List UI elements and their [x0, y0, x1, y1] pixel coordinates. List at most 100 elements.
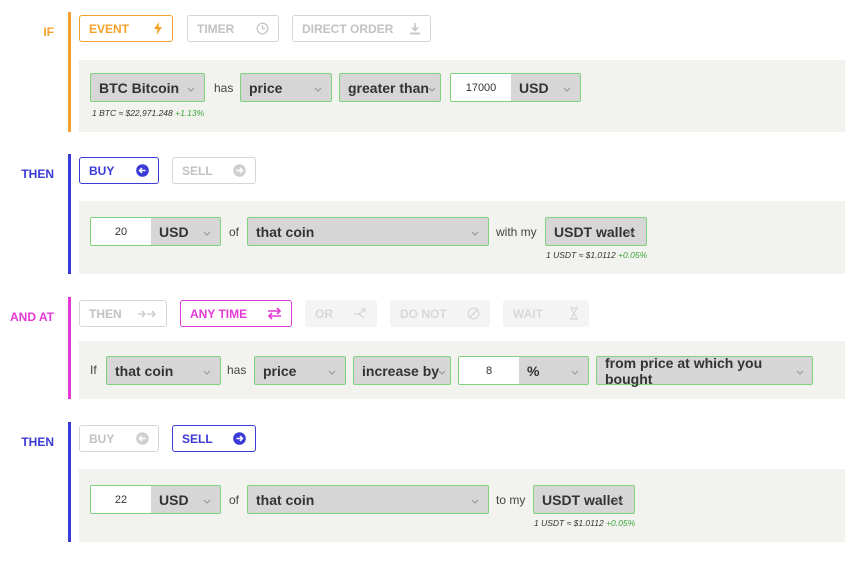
usdt-rate-2: 1 USDT ≈ $1.0112 [534, 518, 604, 528]
metric-select[interactable]: price [240, 73, 332, 102]
chevron-down-icon [614, 493, 624, 509]
percent-input[interactable]: 8 [459, 357, 519, 384]
tab-or-label: OR [315, 306, 333, 321]
usdt-rate-note-2: 1 USDT ≈ $1.0112 +0.05% [534, 518, 635, 528]
unit-select-value: % [527, 362, 540, 379]
target-select-and-at[interactable]: that coin [106, 356, 221, 385]
tab-sell-2[interactable]: SELL [172, 425, 256, 452]
chevron-down-icon [186, 81, 196, 97]
if-text: If [90, 363, 97, 377]
arrow-right-circle-icon [233, 432, 246, 445]
double-arrow-right-icon [137, 309, 157, 319]
coin-select-value: BTC Bitcoin [99, 79, 180, 96]
tab-timer-label: TIMER [197, 21, 235, 36]
amount-input-group-2: 22 USD [90, 485, 221, 514]
comparison-select-value: greater than [348, 79, 429, 96]
target-select-2-value: that coin [256, 491, 315, 508]
hourglass-icon [569, 307, 579, 320]
swap-arrows-icon [267, 307, 282, 320]
tab-then-chain-label: THEN [89, 306, 122, 321]
arrow-left-circle-icon [136, 432, 149, 445]
coin-select[interactable]: BTC Bitcoin [90, 73, 205, 102]
of-text-2: of [229, 493, 240, 507]
comparison-select[interactable]: greater than [339, 73, 441, 102]
usdt-rate-note-1: 1 USDT ≈ $1.0112 +0.05% [546, 250, 647, 260]
tab-sell-1[interactable]: SELL [172, 157, 256, 184]
tab-or[interactable]: OR [305, 300, 377, 327]
usdt-change-2: +0.05% [606, 518, 636, 528]
tab-any-time-label: ANY TIME [190, 306, 248, 321]
reference-select[interactable]: from price at which you bought [596, 355, 813, 387]
tab-do-not[interactable]: DO NOT [390, 300, 490, 327]
prohibited-icon [467, 307, 480, 320]
if-panel: BTC Bitcoin has price greater than 17000… [79, 60, 845, 132]
tab-any-time[interactable]: ANY TIME [180, 300, 292, 327]
change-select[interactable]: increase by [353, 356, 451, 385]
wallet-select-2[interactable]: USDT wallet [533, 485, 635, 514]
if-label: IF [43, 25, 54, 39]
amount-input-1[interactable]: 20 [91, 218, 151, 245]
arrow-left-circle-icon [136, 164, 149, 177]
chevron-down-icon [626, 225, 636, 241]
clock-icon [256, 22, 269, 35]
metric-select-value: price [249, 79, 283, 96]
price-input[interactable]: 17000 [451, 74, 511, 101]
tab-buy-1[interactable]: BUY [79, 157, 159, 184]
currency-select-1[interactable]: USD [151, 218, 220, 245]
target-select-1[interactable]: that coin [247, 217, 489, 246]
currency-select[interactable]: USD [511, 74, 580, 101]
chevron-down-icon [202, 225, 212, 241]
tab-then-chain[interactable]: THEN [79, 300, 167, 327]
unit-select[interactable]: % [519, 357, 588, 384]
then-panel-1: 20 USD of that coin with my USDT wallet … [79, 201, 845, 274]
has-text: has [214, 81, 234, 95]
download-icon [409, 22, 421, 35]
currency-select-2[interactable]: USD [151, 486, 220, 513]
chevron-down-icon [327, 364, 337, 380]
chevron-down-icon [427, 81, 437, 97]
chevron-down-icon [795, 364, 805, 380]
if-bar [68, 12, 71, 132]
tab-timer[interactable]: TIMER [187, 15, 279, 42]
price-input-group: 17000 USD [450, 73, 581, 102]
btc-rate: 1 BTC ≈ $22,971.248 [92, 108, 173, 118]
chevron-down-icon [202, 364, 212, 380]
tab-buy-1-label: BUY [89, 163, 115, 178]
wallet-select-1[interactable]: USDT wallet [545, 217, 647, 246]
and-at-bar [68, 297, 71, 399]
tab-direct-order-label: DIRECT ORDER [302, 21, 394, 36]
chevron-down-icon [470, 225, 480, 241]
chevron-down-icon [470, 493, 480, 509]
with-my-text: with my [496, 225, 537, 239]
tab-buy-2[interactable]: BUY [79, 425, 159, 452]
tab-sell-1-label: SELL [182, 163, 213, 178]
tab-event[interactable]: EVENT [79, 15, 173, 42]
then-bar-1 [68, 154, 71, 274]
currency-select-1-value: USD [159, 223, 189, 240]
chevron-down-icon [570, 364, 580, 380]
then-label-1: THEN [21, 167, 54, 181]
target-select-and-at-value: that coin [115, 362, 174, 379]
has-text-and-at: has [227, 363, 247, 377]
percent-input-group: 8 % [458, 356, 589, 385]
change-select-value: increase by [362, 362, 440, 379]
arrow-right-circle-icon [233, 164, 246, 177]
then-label-2: THEN [21, 435, 54, 449]
and-at-label: AND AT [10, 310, 54, 324]
metric-select-and-at[interactable]: price [254, 356, 346, 385]
tab-direct-order[interactable]: DIRECT ORDER [292, 15, 431, 42]
currency-select-value: USD [519, 79, 549, 96]
target-select-2[interactable]: that coin [247, 485, 489, 514]
amount-input-2[interactable]: 22 [91, 486, 151, 513]
lightning-icon [153, 22, 163, 35]
tab-buy-2-label: BUY [89, 431, 115, 446]
usdt-rate-1: 1 USDT ≈ $1.0112 [546, 250, 616, 260]
target-select-1-value: that coin [256, 223, 315, 240]
chevron-down-icon [202, 493, 212, 509]
then-bar-2 [68, 422, 71, 542]
wallet-select-1-value: USDT wallet [554, 223, 635, 240]
chevron-down-icon [437, 364, 447, 380]
btc-change: +1.13% [175, 108, 205, 118]
tab-event-label: EVENT [89, 21, 130, 36]
tab-wait[interactable]: WAIT [503, 300, 589, 327]
